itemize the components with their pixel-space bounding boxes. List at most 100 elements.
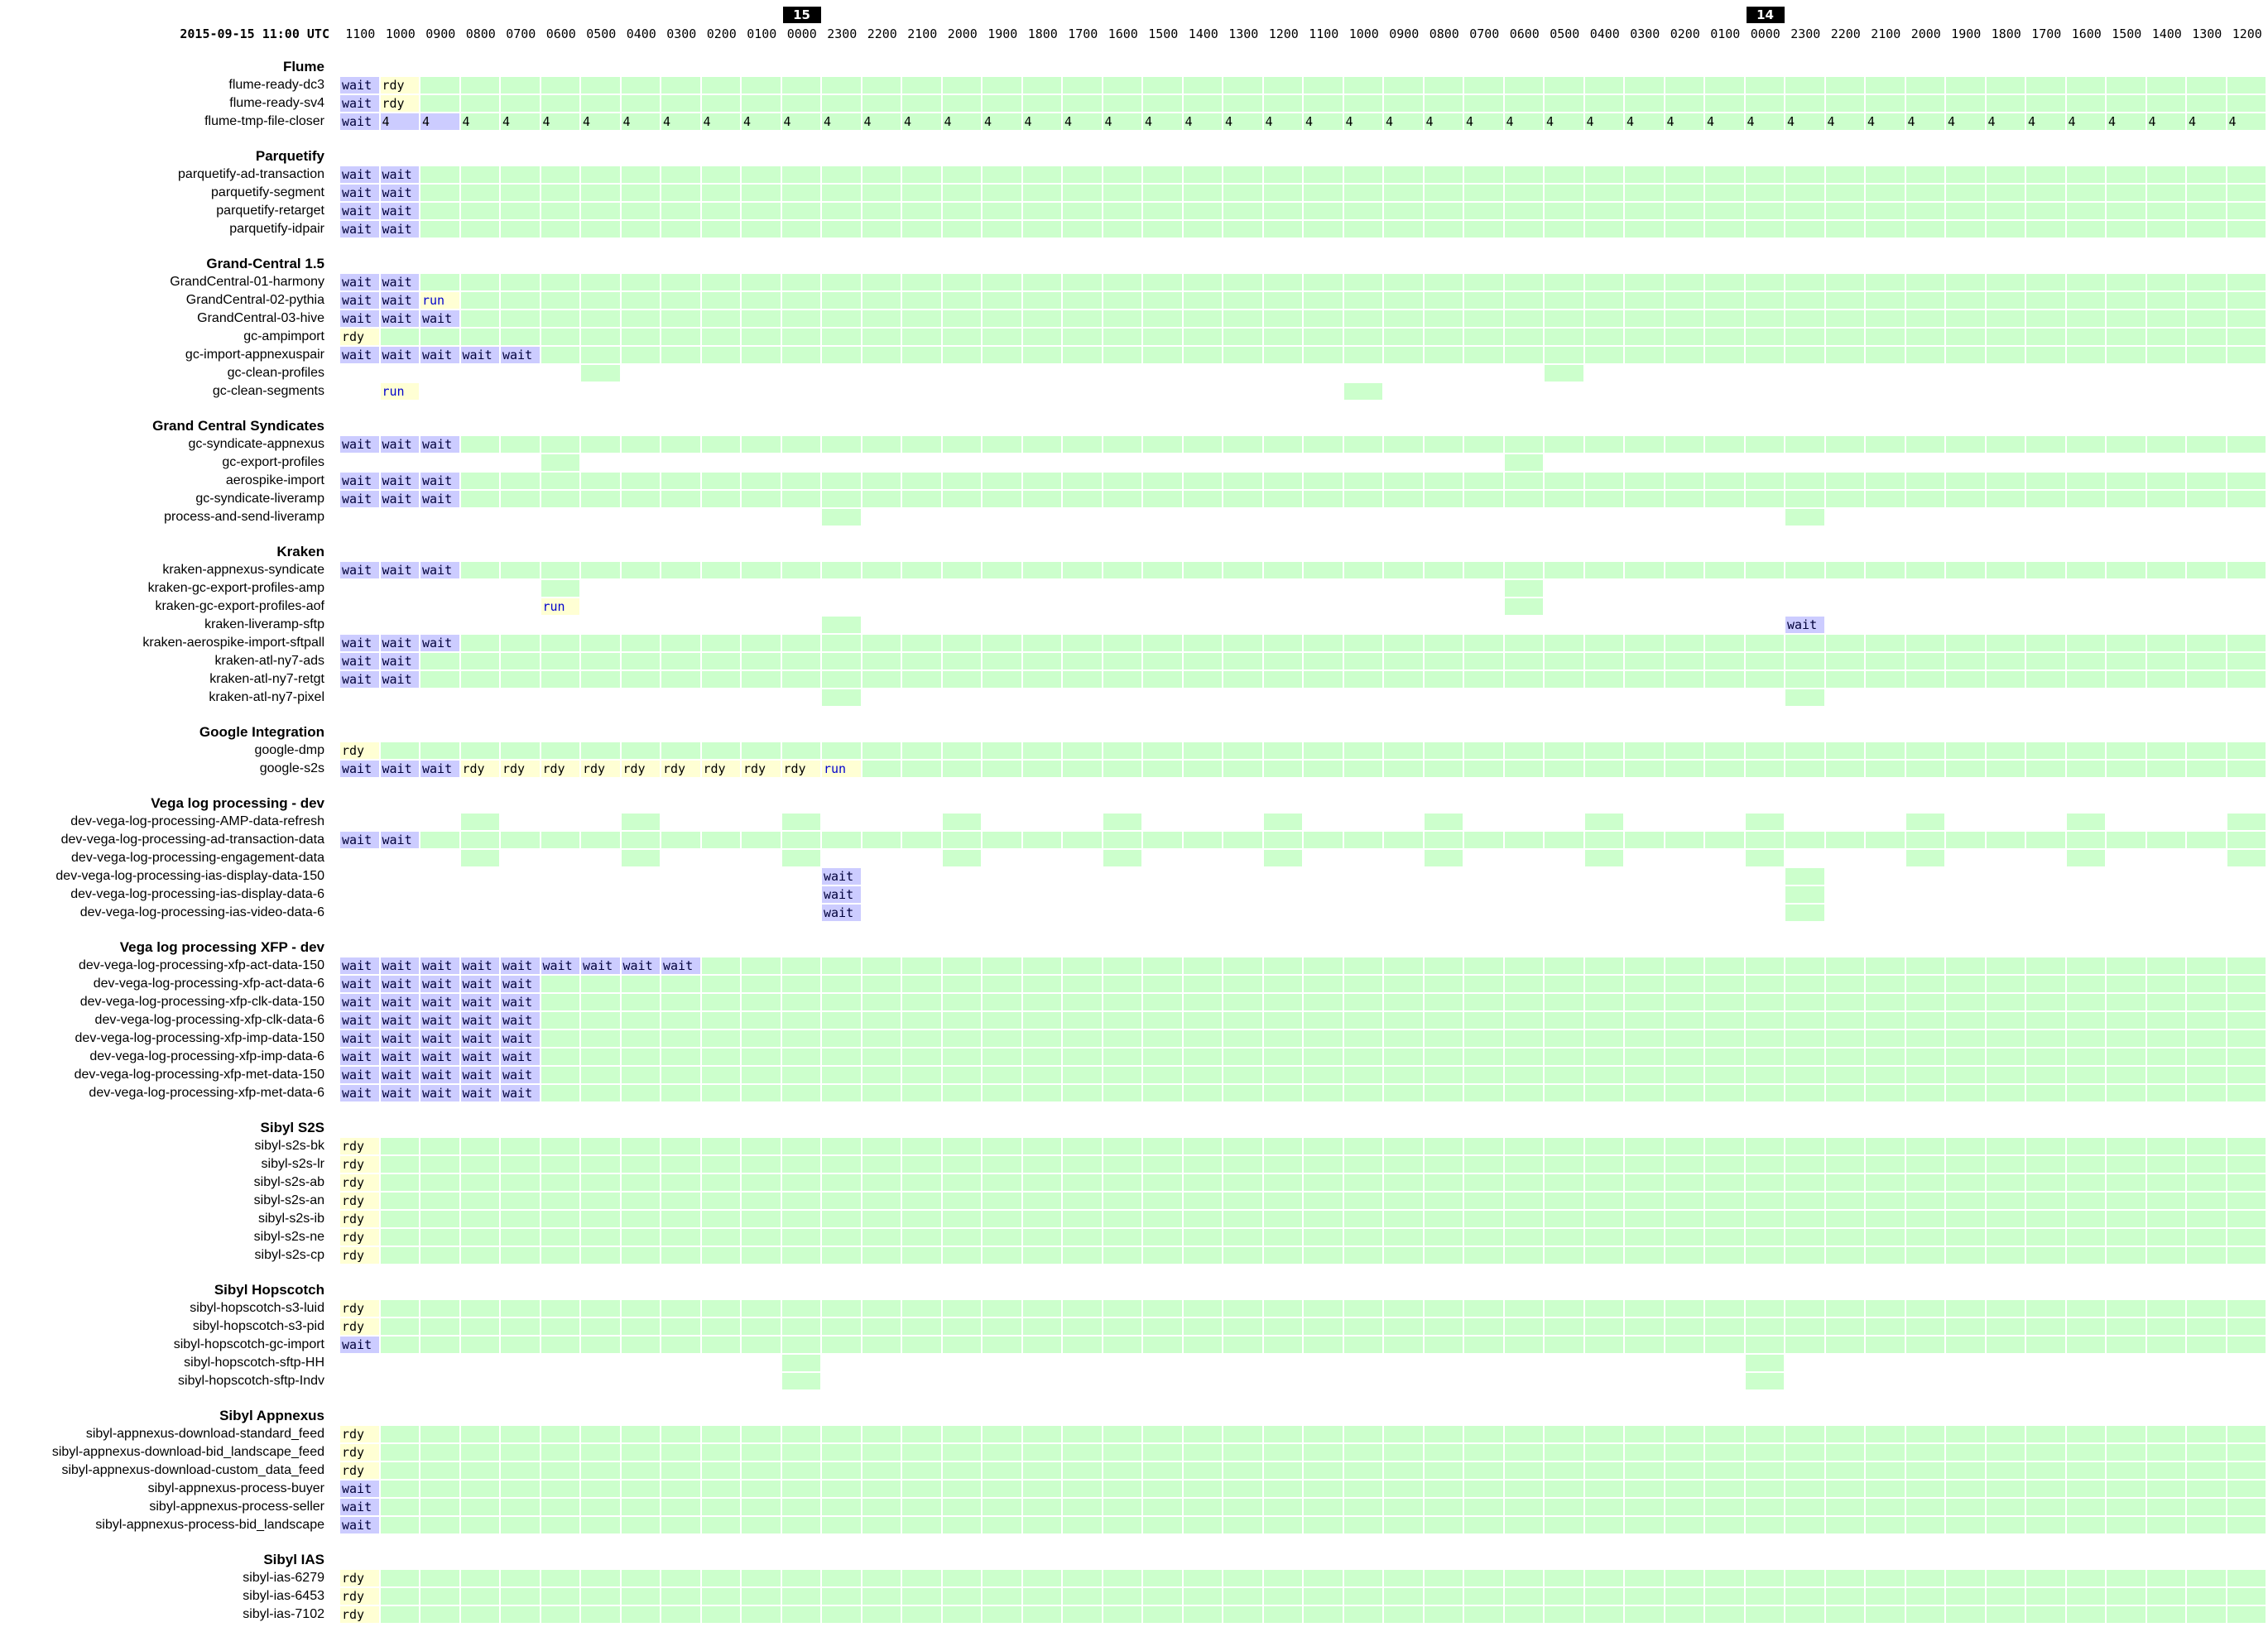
status-cell[interactable] — [581, 436, 620, 453]
status-cell[interactable] — [1304, 1606, 1343, 1623]
status-cell[interactable] — [1866, 491, 1905, 507]
status-cell[interactable] — [1103, 221, 1141, 238]
status-cell[interactable] — [1946, 1067, 1985, 1083]
status-cell[interactable] — [1384, 310, 1423, 327]
status-cell[interactable]: wait — [661, 957, 700, 974]
status-cell[interactable] — [1785, 1426, 1824, 1442]
status-cell[interactable]: wait — [340, 976, 379, 992]
status-cell[interactable] — [1986, 1318, 2025, 1335]
status-cell[interactable] — [1343, 653, 1382, 670]
status-cell[interactable] — [1625, 562, 1664, 578]
status-cell[interactable] — [1143, 742, 1182, 759]
status-cell[interactable] — [1143, 1444, 1182, 1461]
status-cell[interactable] — [1905, 77, 1944, 94]
status-cell[interactable] — [661, 1247, 700, 1264]
status-cell[interactable] — [1665, 221, 1703, 238]
status-cell[interactable] — [862, 473, 901, 489]
status-cell[interactable] — [1063, 203, 1102, 219]
status-cell[interactable] — [1343, 1499, 1382, 1515]
status-cell[interactable] — [1263, 77, 1302, 94]
status-cell[interactable] — [1103, 292, 1141, 309]
status-cell[interactable] — [1223, 1247, 1262, 1264]
status-cell[interactable] — [1866, 653, 1905, 670]
status-cell[interactable]: 4 — [2066, 113, 2105, 130]
status-cell[interactable] — [1705, 1193, 1744, 1209]
status-cell[interactable] — [701, 562, 740, 578]
status-cell[interactable] — [1625, 1156, 1664, 1173]
status-cell[interactable] — [2227, 832, 2266, 848]
status-cell[interactable] — [1022, 1030, 1061, 1047]
status-cell[interactable]: wait — [340, 1085, 379, 1101]
status-cell[interactable] — [781, 1462, 820, 1479]
status-cell[interactable] — [1905, 1300, 1944, 1317]
status-cell[interactable] — [1986, 742, 2025, 759]
status-cell[interactable] — [1625, 994, 1664, 1010]
status-cell[interactable]: rdy — [340, 742, 379, 759]
status-cell[interactable] — [1063, 310, 1102, 327]
status-cell[interactable] — [1304, 976, 1343, 992]
status-cell[interactable] — [1022, 1318, 1061, 1335]
status-cell[interactable] — [1866, 203, 1905, 219]
status-cell[interactable] — [701, 957, 740, 974]
status-cell[interactable] — [983, 562, 1021, 578]
job-label[interactable]: parquetify-idpair — [0, 220, 324, 238]
status-cell[interactable] — [2026, 292, 2065, 309]
status-cell[interactable] — [460, 1318, 499, 1335]
status-cell[interactable] — [2026, 1481, 2065, 1497]
status-cell[interactable] — [2107, 310, 2145, 327]
status-cell[interactable]: wait — [420, 635, 459, 651]
status-cell[interactable] — [2066, 1138, 2105, 1154]
status-cell[interactable]: 4 — [2026, 113, 2065, 130]
status-cell[interactable] — [1183, 1030, 1222, 1047]
status-cell[interactable] — [460, 1426, 499, 1442]
job-label[interactable]: dev-vega-log-processing-AMP-data-refresh — [0, 813, 324, 831]
status-cell[interactable] — [1183, 562, 1222, 578]
status-cell[interactable] — [2107, 1588, 2145, 1605]
status-cell[interactable] — [1946, 1462, 1985, 1479]
status-cell[interactable] — [1946, 671, 1985, 688]
status-cell[interactable] — [460, 832, 499, 848]
status-cell[interactable] — [1022, 671, 1061, 688]
status-cell[interactable] — [862, 1570, 901, 1586]
status-cell[interactable] — [1143, 1426, 1182, 1442]
status-cell[interactable] — [1464, 473, 1503, 489]
status-cell[interactable] — [1705, 1426, 1744, 1442]
status-cell[interactable] — [501, 1517, 540, 1533]
status-cell[interactable] — [2107, 1067, 2145, 1083]
status-cell[interactable] — [1063, 1049, 1102, 1065]
status-cell[interactable] — [541, 1517, 579, 1533]
status-cell[interactable] — [2146, 1049, 2185, 1065]
status-cell[interactable] — [1705, 1211, 1744, 1227]
status-cell[interactable] — [902, 274, 941, 290]
status-cell[interactable] — [1223, 491, 1262, 507]
status-cell[interactable] — [2227, 1030, 2266, 1047]
status-cell[interactable] — [1223, 1211, 1262, 1227]
status-cell[interactable] — [581, 221, 620, 238]
status-cell[interactable] — [1986, 1247, 2025, 1264]
status-cell[interactable] — [1263, 1067, 1302, 1083]
status-cell[interactable] — [1464, 653, 1503, 670]
status-cell[interactable] — [1504, 742, 1543, 759]
status-cell[interactable] — [902, 1337, 941, 1353]
status-cell[interactable] — [781, 347, 820, 363]
status-cell[interactable] — [501, 1499, 540, 1515]
status-cell[interactable]: rdy — [380, 77, 419, 94]
status-cell[interactable] — [902, 1444, 941, 1461]
status-cell[interactable] — [2227, 671, 2266, 688]
status-cell[interactable] — [581, 365, 620, 382]
status-cell[interactable] — [621, 1229, 660, 1245]
status-cell[interactable] — [541, 580, 579, 597]
status-cell[interactable] — [1063, 1030, 1102, 1047]
status-cell[interactable] — [1063, 1174, 1102, 1191]
status-cell[interactable] — [1986, 1193, 2025, 1209]
status-cell[interactable] — [1825, 832, 1864, 848]
status-cell[interactable] — [1545, 1247, 1583, 1264]
status-cell[interactable] — [1745, 436, 1784, 453]
status-cell[interactable] — [1825, 1012, 1864, 1029]
status-cell[interactable] — [942, 653, 981, 670]
status-cell[interactable] — [1705, 994, 1744, 1010]
status-cell[interactable] — [1986, 221, 2025, 238]
status-cell[interactable]: wait — [380, 994, 419, 1010]
status-cell[interactable] — [581, 1318, 620, 1335]
status-cell[interactable] — [1304, 1211, 1343, 1227]
